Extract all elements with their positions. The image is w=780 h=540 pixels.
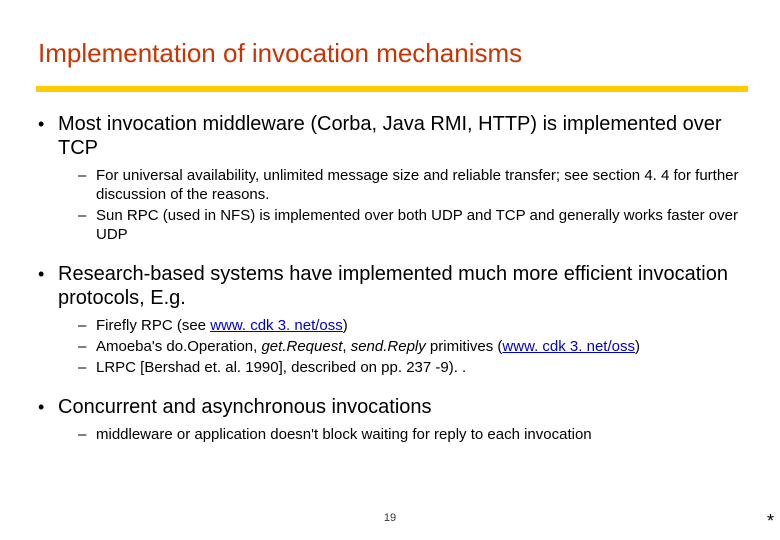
link-cdk3-oss[interactable]: www. cdk 3. net/oss bbox=[502, 338, 635, 355]
sub-bullet: – LRPC [Bershad et. al. 1990], described… bbox=[78, 358, 748, 377]
link-cdk3-oss[interactable]: www. cdk 3. net/oss bbox=[210, 317, 343, 334]
slide: Implementation of invocation mechanisms … bbox=[0, 0, 780, 540]
bullet-3-text: Concurrent and asynchronous invocations bbox=[58, 395, 432, 419]
slide-body: • Most invocation middleware (Corba, Jav… bbox=[38, 112, 748, 446]
text-fragment: Firefly RPC (see bbox=[96, 317, 210, 334]
dash-icon: – bbox=[78, 316, 96, 335]
sub-bullet: – Amoeba's do.Operation, get.Request, se… bbox=[78, 337, 748, 356]
sub-bullet: – Firefly RPC (see www. cdk 3. net/oss) bbox=[78, 316, 748, 335]
sub-bullet-text: middleware or application doesn't block … bbox=[96, 425, 592, 444]
sub-bullet: – For universal availability, unlimited … bbox=[78, 166, 748, 204]
footnote-asterisk: * bbox=[767, 511, 774, 532]
dash-icon: – bbox=[78, 425, 96, 444]
bullet-2-sublist: – Firefly RPC (see www. cdk 3. net/oss) … bbox=[38, 316, 748, 377]
dash-icon: – bbox=[78, 358, 96, 377]
bullet-2: • Research-based systems have implemente… bbox=[38, 262, 748, 310]
text-fragment: Amoeba's do.Operation, bbox=[96, 338, 261, 355]
dash-icon: – bbox=[78, 337, 96, 356]
dash-icon: – bbox=[78, 206, 96, 244]
bullet-2-text: Research-based systems have implemented … bbox=[58, 262, 748, 310]
sub-bullet-text: For universal availability, unlimited me… bbox=[96, 166, 748, 204]
text-fragment: , bbox=[342, 338, 350, 355]
sub-bullet: – Sun RPC (used in NFS) is implemented o… bbox=[78, 206, 748, 244]
sub-bullet-text: Firefly RPC (see www. cdk 3. net/oss) bbox=[96, 316, 348, 335]
italic-term: get.Request bbox=[261, 338, 342, 355]
text-fragment: primitives ( bbox=[426, 338, 503, 355]
bullet-dot-icon: • bbox=[38, 112, 58, 160]
bullet-1-sublist: – For universal availability, unlimited … bbox=[38, 166, 748, 244]
bullet-3: • Concurrent and asynchronous invocation… bbox=[38, 395, 748, 419]
bullet-dot-icon: • bbox=[38, 395, 58, 419]
slide-title: Implementation of invocation mechanisms bbox=[38, 38, 522, 69]
italic-term: send.Reply bbox=[351, 338, 426, 355]
sub-bullet-text: Sun RPC (used in NFS) is implemented ove… bbox=[96, 206, 748, 244]
sub-bullet-text: LRPC [Bershad et. al. 1990], described o… bbox=[96, 358, 466, 377]
page-number: 19 bbox=[0, 512, 780, 524]
sub-bullet: – middleware or application doesn't bloc… bbox=[78, 425, 748, 444]
text-fragment: ) bbox=[635, 338, 640, 355]
bullet-dot-icon: • bbox=[38, 262, 58, 310]
text-fragment: ) bbox=[343, 317, 348, 334]
sub-bullet-text: Amoeba's do.Operation, get.Request, send… bbox=[96, 337, 640, 356]
bullet-1: • Most invocation middleware (Corba, Jav… bbox=[38, 112, 748, 160]
title-underline bbox=[36, 86, 748, 92]
bullet-3-sublist: – middleware or application doesn't bloc… bbox=[38, 425, 748, 444]
dash-icon: – bbox=[78, 166, 96, 204]
bullet-1-text: Most invocation middleware (Corba, Java … bbox=[58, 112, 748, 160]
